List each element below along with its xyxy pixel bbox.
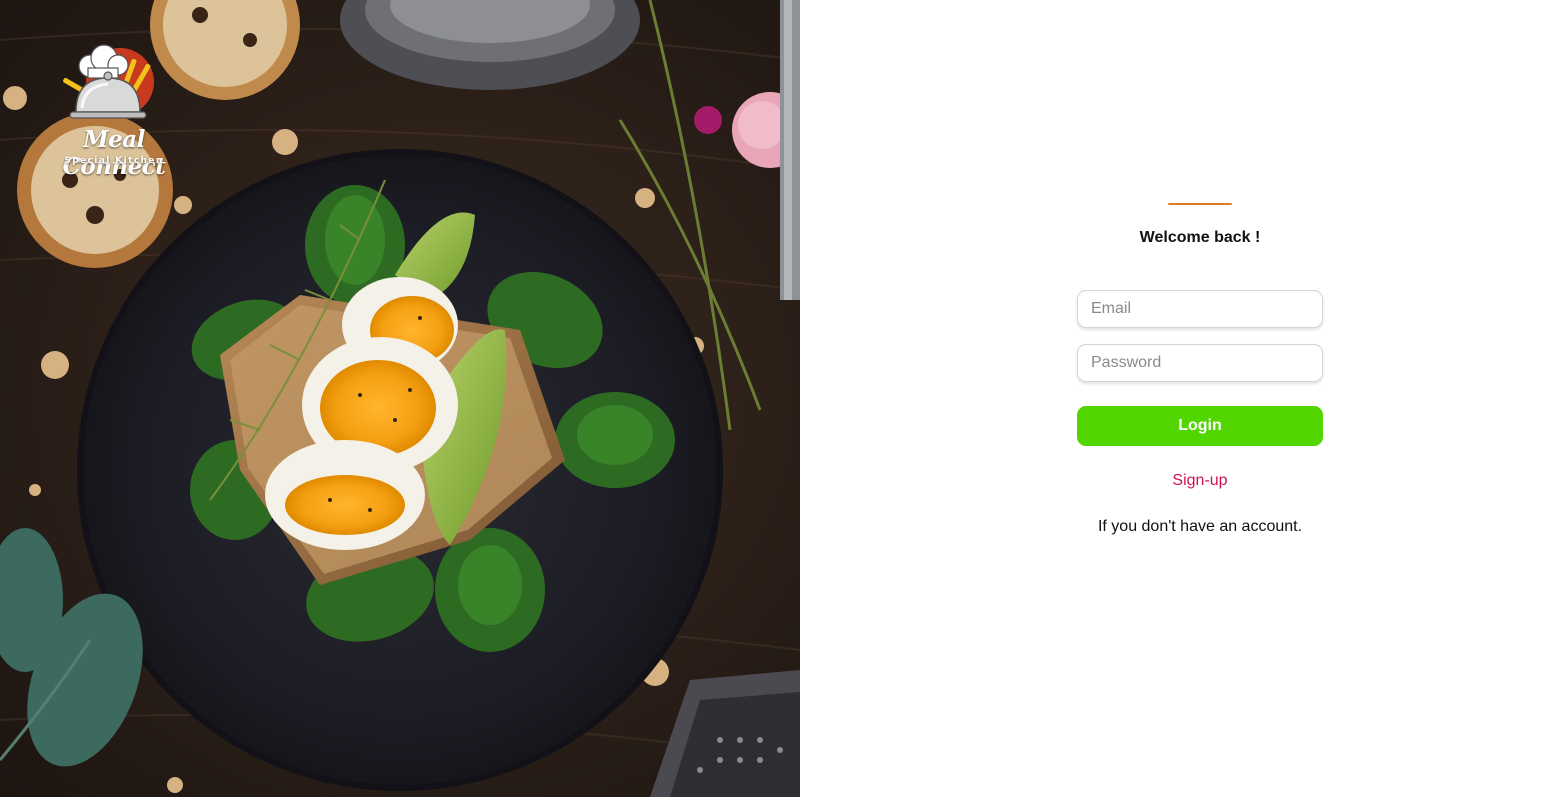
welcome-heading: Welcome back ! (1139, 229, 1261, 246)
brand-tagline: Special Kitchen (64, 156, 164, 166)
hero-food-photo: Meal Connect Special Kitchen (0, 0, 800, 797)
login-page: Meal Connect Special Kitchen Welcome bac… (0, 0, 1549, 797)
brand-logo[interactable]: Meal Connect Special Kitchen (34, 44, 194, 180)
login-button[interactable]: Login (1077, 406, 1323, 446)
email-input[interactable] (1077, 290, 1323, 328)
signup-hint-text: If you don't have an account. (1097, 518, 1303, 535)
brand-name: Meal Connect (62, 126, 166, 180)
password-input[interactable] (1077, 344, 1323, 382)
login-panel: Welcome back ! Login Sign-up If you don'… (800, 0, 1549, 797)
signup-link[interactable]: Sign-up (1172, 472, 1227, 490)
login-form: Welcome back ! Login Sign-up If you don'… (1077, 203, 1323, 536)
accent-divider (1168, 203, 1232, 205)
chef-hat-cloche-icon (63, 44, 154, 119)
